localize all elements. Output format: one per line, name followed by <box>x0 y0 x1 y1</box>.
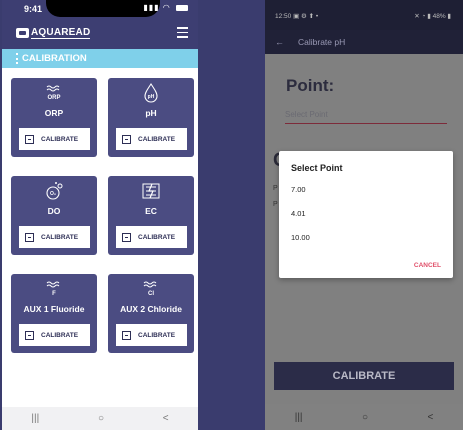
svg-text:F: F <box>52 291 56 297</box>
app-bar: ← Calibrate pH <box>265 30 463 54</box>
android-status-bar: 12:50 ▣ ⚙ ⬆ • ✕ ◔ ▮ 48% ▮ <box>265 0 463 30</box>
svg-text:Cl: Cl <box>148 291 154 297</box>
tile-label: AUX 1 Fluoride <box>23 304 85 314</box>
hamburger-menu-icon[interactable] <box>177 27 188 38</box>
logo-text: AQUAREAD <box>31 27 91 39</box>
battery-percent: 48% <box>432 13 446 20</box>
tile-aux2-chloride: Cl AUX 2 Chloride CALIBRATE <box>108 274 194 353</box>
calibrate-icon <box>122 232 131 242</box>
status-time: 9:41 <box>24 4 43 14</box>
drop-ph-icon: pH <box>108 83 194 103</box>
tile-label: DO <box>47 206 61 216</box>
left-phone-screen: 9:41 ▮▮▮ ◠ AQUAREAD CALIBRATION ORP ORP <box>2 0 198 430</box>
section-bar: CALIBRATION <box>2 49 198 68</box>
battery-icon: ▮ <box>447 13 451 20</box>
back-arrow-icon[interactable]: ← <box>275 37 284 47</box>
signal-icon: ▮▮▮ <box>143 3 160 12</box>
calibrate-orp-button[interactable]: CALIBRATE <box>19 128 90 150</box>
calibrate-button[interactable]: CALIBRATE <box>274 362 454 390</box>
calibrate-ph-button[interactable]: CALIBRATE <box>116 128 187 150</box>
android-nav-bar: ||| ○ < <box>265 404 463 430</box>
background-text: P <box>273 185 278 192</box>
dialog-option-10-00[interactable]: 10.00 <box>291 233 310 242</box>
tile-label: ORP <box>44 108 64 118</box>
button-label: CALIBRATE <box>138 331 176 339</box>
svg-text:pH: pH <box>148 94 155 100</box>
wave-fluoride-icon: F <box>11 280 97 298</box>
calibrate-icon <box>122 330 131 340</box>
wave-chloride-icon: Cl <box>108 280 194 298</box>
status-right: ✕ ◔ ▮ 48% ▮ <box>414 12 451 20</box>
logo-mark-icon <box>16 28 29 38</box>
battery-icon <box>176 4 188 11</box>
button-label: CALIBRATE <box>41 331 79 339</box>
app-bar-title: Calibrate pH <box>298 37 346 47</box>
calibrate-aux1-button[interactable]: CALIBRATE <box>19 324 90 346</box>
tile-orp: ORP ORP CALIBRATE <box>11 78 97 157</box>
dialog-option-4-01[interactable]: 4.01 <box>291 209 306 218</box>
button-label: CALIBRATE <box>138 135 176 143</box>
dialog-title: Select Point <box>291 163 343 173</box>
status-time: 12:50 <box>275 13 292 20</box>
bottom-nav-bar: ||| ○ < <box>2 407 198 430</box>
calibrate-icon <box>122 134 131 144</box>
tile-label: AUX 2 Chloride <box>120 304 182 314</box>
section-title: CALIBRATION <box>22 53 87 64</box>
point-heading: Point: <box>286 76 335 95</box>
calibrate-do-button[interactable]: CALIBRATE <box>19 226 90 248</box>
aquaread-logo: AQUAREAD <box>16 27 91 39</box>
section-dots-icon <box>16 53 18 64</box>
background-text: P <box>273 201 278 208</box>
tile-ec: EC CALIBRATE <box>108 176 194 255</box>
button-label: CALIBRATE <box>41 135 79 143</box>
tile-aux1-fluoride: F AUX 1 Fluoride CALIBRATE <box>11 274 97 353</box>
wave-orp-icon: ORP <box>11 84 97 102</box>
dialog-option-7-00[interactable]: 7.00 <box>291 185 306 194</box>
calibrate-ec-button[interactable]: CALIBRATE <box>116 226 187 248</box>
button-label: CALIBRATE <box>41 233 79 241</box>
app-header: 9:41 ▮▮▮ ◠ AQUAREAD <box>2 0 198 49</box>
tile-label: pH <box>145 108 157 118</box>
svg-text:O₂: O₂ <box>50 191 56 197</box>
wifi-icon: ◠ <box>162 3 171 12</box>
calibrate-icon <box>25 232 34 242</box>
calibrate-icon <box>25 330 34 340</box>
select-point-field[interactable]: Select Point <box>285 110 447 124</box>
recents-nav-button[interactable]: ||| <box>31 413 39 424</box>
home-nav-button[interactable]: ○ <box>362 412 368 423</box>
svg-text:ORP: ORP <box>47 95 60 101</box>
button-label: CALIBRATE <box>138 233 176 241</box>
bubble-do-icon: O₂ <box>11 182 97 200</box>
tile-do: O₂ DO CALIBRATE <box>11 176 97 255</box>
cancel-button[interactable]: CANCEL <box>414 262 441 269</box>
calibrate-icon <box>25 134 34 144</box>
notification-icons: ▣ ⚙ ⬆ • <box>293 13 319 20</box>
back-nav-button[interactable]: < <box>163 413 169 424</box>
back-nav-button[interactable]: < <box>427 412 433 423</box>
signal-icon: ✕ ◔ ▮ <box>414 13 433 20</box>
tile-label: EC <box>145 206 157 216</box>
status-icons: ▮▮▮ ◠ <box>143 3 188 12</box>
ec-icon <box>108 182 194 200</box>
home-nav-button[interactable]: ○ <box>98 413 104 424</box>
tile-ph: pH pH CALIBRATE <box>108 78 194 157</box>
select-point-dialog: Select Point 7.00 4.01 10.00 CANCEL <box>279 151 453 278</box>
calibrate-aux2-button[interactable]: CALIBRATE <box>116 324 187 346</box>
right-phone-screen: 12:50 ▣ ⚙ ⬆ • ✕ ◔ ▮ 48% ▮ ← Calibrate pH… <box>265 0 463 430</box>
recents-nav-button[interactable]: ||| <box>295 412 303 423</box>
